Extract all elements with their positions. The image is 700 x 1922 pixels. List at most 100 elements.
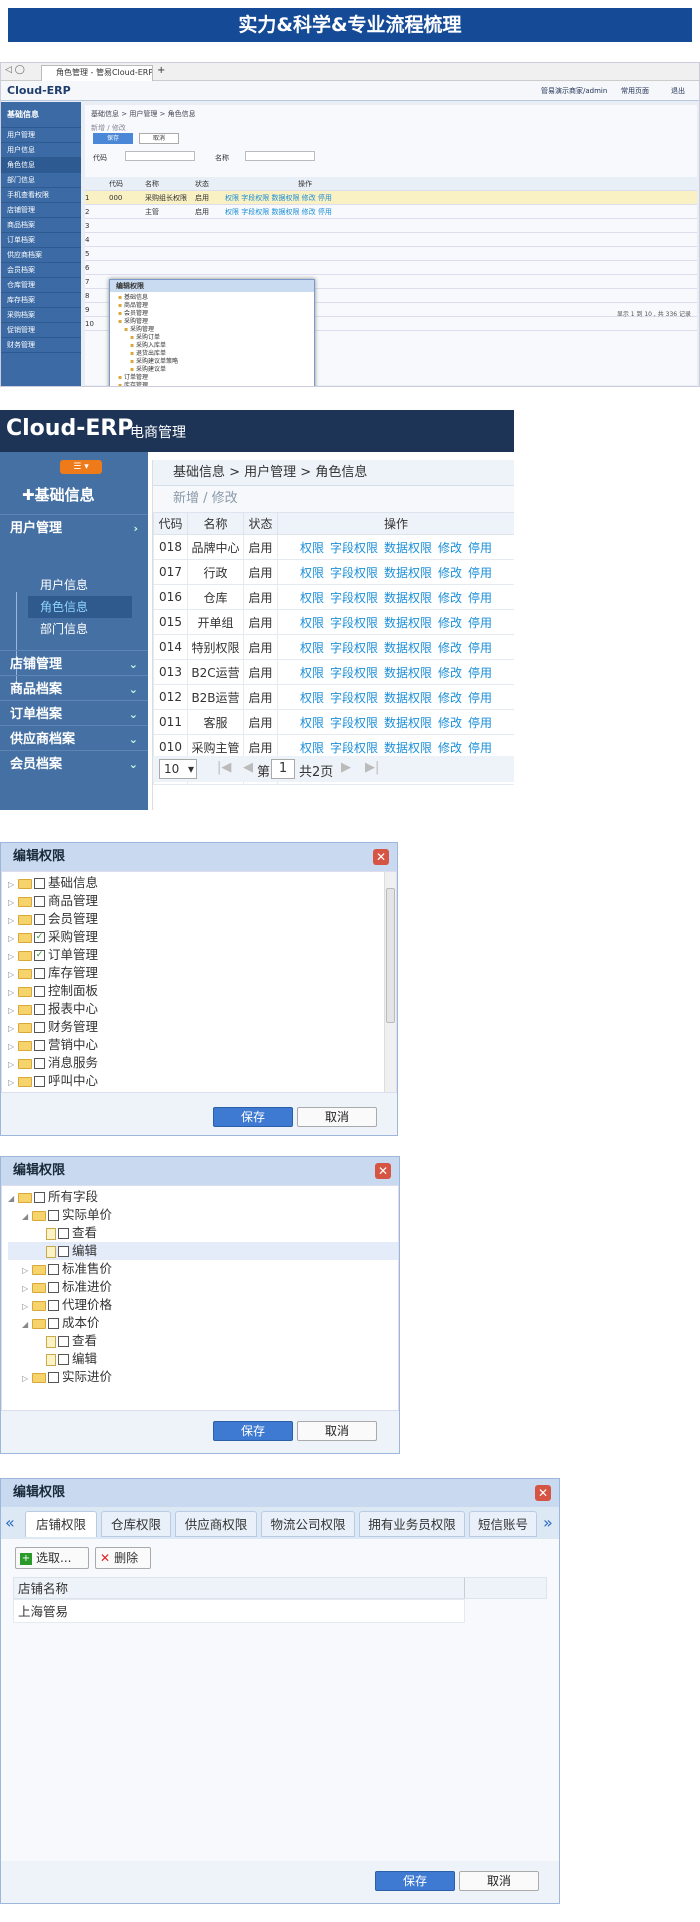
op-link[interactable]: 权限 <box>300 641 324 655</box>
tree-node[interactable]: ◢ 成本价 <box>8 1314 398 1332</box>
op-link[interactable]: 权限 <box>300 716 324 730</box>
tree-node[interactable]: ◢ 所有字段 <box>8 1188 398 1206</box>
op-link[interactable]: 字段权限 <box>330 666 378 680</box>
tree-node[interactable]: ▷ 标准售价 <box>8 1260 398 1278</box>
new-tab-icon[interactable]: + <box>157 65 165 76</box>
tree-node[interactable]: ▷ 报表中心 <box>8 1000 396 1018</box>
tree-node[interactable]: ▷ 素养中心 <box>8 1090 396 1092</box>
op-link[interactable]: 停用 <box>468 741 492 755</box>
tree-node[interactable]: ▪ 退货出库单 <box>118 350 306 358</box>
op-link[interactable]: 修改 <box>438 591 462 605</box>
checkbox[interactable] <box>48 1300 59 1311</box>
op-link[interactable]: 数据权限 <box>384 566 432 580</box>
op-link[interactable]: 数据权限 <box>384 616 432 630</box>
checkbox[interactable] <box>34 968 45 979</box>
browser-tab[interactable]: 角色管理 - 管易Cloud-ERP电子 <box>41 65 153 81</box>
sidebar-group-users[interactable]: 用户管理 › <box>0 514 148 542</box>
edit-link[interactable]: 修改 <box>112 124 126 132</box>
grid-row[interactable]: 5 <box>85 247 697 261</box>
op-link[interactable]: 修改 <box>438 716 462 730</box>
tree-node[interactable]: ▷ ✓ 订单管理 <box>8 946 396 964</box>
tree-node[interactable]: ▷ 呼叫中心 <box>8 1072 396 1090</box>
table-row[interactable]: 015 开单组 启用 权限 字段权限 数据权限 修改 停用 <box>153 609 514 635</box>
checkbox[interactable]: ✓ <box>34 950 45 961</box>
op-link[interactable]: 权限 <box>300 741 324 755</box>
tab-sms-account[interactable]: 短信账号 <box>469 1511 537 1537</box>
op-link[interactable]: 停用 <box>468 716 492 730</box>
table-row[interactable]: 013 B2C运营 启用 权限 字段权限 数据权限 修改 停用 <box>153 659 514 685</box>
tree-node[interactable]: ▪ 会员管理 <box>118 310 306 318</box>
tree-node[interactable]: ▪ 基础信息 <box>118 294 306 302</box>
op-link[interactable]: 权限 <box>300 591 324 605</box>
sidebar-item[interactable]: 会员档案 <box>1 263 81 278</box>
sidebar-item[interactable]: 订单档案 <box>1 233 81 248</box>
checkbox[interactable] <box>34 1004 45 1015</box>
op-link[interactable]: 停用 <box>468 641 492 655</box>
scroll-left-icon[interactable]: « <box>5 1513 15 1532</box>
close-icon[interactable]: ✕ <box>373 849 389 865</box>
tree-node[interactable]: ▪ 采购管理 <box>118 318 306 326</box>
tab-warehouse-permission[interactable]: 仓库权限 <box>101 1511 171 1537</box>
cancel-button[interactable]: 取消 <box>297 1421 377 1441</box>
tree-node[interactable]: ▷ 控制面板 <box>8 982 396 1000</box>
tab-shop-permission[interactable]: 店铺权限 <box>25 1511 97 1537</box>
toolbar-add-edit[interactable]: 新增 / 修改 <box>153 486 514 512</box>
table-row[interactable]: 018 品牌中心 启用 权限 字段权限 数据权限 修改 停用 <box>153 534 514 560</box>
prev-page-icon[interactable]: ◀ <box>243 760 253 775</box>
op-link[interactable]: 数据权限 <box>384 741 432 755</box>
sidebar-item[interactable]: 财务管理 <box>1 338 81 353</box>
logout-link[interactable]: 退出 <box>671 86 685 96</box>
nav-icons[interactable]: ◁ ◯ <box>5 65 25 75</box>
delete-button[interactable]: ✕ 删除 <box>95 1547 151 1569</box>
sidebar-group-suppliers[interactable]: 供应商档案 ⌄ <box>0 725 148 753</box>
op-link[interactable]: 字段权限 <box>330 566 378 580</box>
tree-node[interactable]: ◢ 实际单价 <box>8 1206 398 1224</box>
op-link[interactable]: 权限 <box>300 566 324 580</box>
op-link[interactable]: 权限 <box>300 691 324 705</box>
op-link[interactable]: 字段权限 <box>330 616 378 630</box>
tree-node[interactable]: ▷ 消息服务 <box>8 1054 396 1072</box>
checkbox[interactable] <box>34 1040 45 1051</box>
op-link[interactable]: 修改 <box>438 541 462 555</box>
sidebar-item[interactable]: 促销管理 <box>1 323 81 338</box>
scroll-right-icon[interactable]: » <box>543 1513 553 1532</box>
checkbox[interactable] <box>34 986 45 997</box>
table-row[interactable]: 017 行政 启用 权限 字段权限 数据权限 修改 停用 <box>153 559 514 585</box>
save-button[interactable]: 保存 <box>93 133 133 144</box>
op-link[interactable]: 字段权限 <box>330 591 378 605</box>
op-link[interactable]: 停用 <box>468 666 492 680</box>
checkbox[interactable] <box>34 1058 45 1069</box>
table-row[interactable]: 012 B2B运营 启用 权限 字段权限 数据权限 修改 停用 <box>153 684 514 710</box>
user-info[interactable]: 管易演示商家/admin <box>541 86 607 96</box>
row-ops[interactable]: 权限 字段权限 数据权限 修改 停用 <box>225 191 385 204</box>
sidebar-item[interactable]: 采购档案 <box>1 308 81 323</box>
checkbox[interactable] <box>34 1076 45 1087</box>
tree-node[interactable]: 查看 <box>8 1224 398 1242</box>
tree-node[interactable]: ▷ 基础信息 <box>8 874 396 892</box>
op-link[interactable]: 修改 <box>438 741 462 755</box>
last-page-icon[interactable]: ▶| <box>365 760 379 775</box>
op-link[interactable]: 字段权限 <box>330 641 378 655</box>
sidebar-item[interactable]: 库存档案 <box>1 293 81 308</box>
cancel-button[interactable]: 取消 <box>459 1871 539 1891</box>
checkbox[interactable] <box>34 914 45 925</box>
op-link[interactable]: 字段权限 <box>330 691 378 705</box>
tree-node[interactable]: ▪ 采购建议单 <box>118 366 306 374</box>
op-link[interactable]: 权限 <box>300 666 324 680</box>
tree-node[interactable]: ▷ 财务管理 <box>8 1018 396 1036</box>
sidebar-item-dept-info[interactable]: 部门信息 <box>40 618 88 640</box>
sidebar-item[interactable]: 手机查看权限 <box>1 188 81 203</box>
common-pages-link[interactable]: 常用页面 <box>621 86 649 96</box>
save-button[interactable]: 保存 <box>375 1871 455 1891</box>
tree-node[interactable]: ▷ 会员管理 <box>8 910 396 928</box>
tree-node[interactable]: ▷ 库存管理 <box>8 964 396 982</box>
op-link[interactable]: 数据权限 <box>384 591 432 605</box>
checkbox[interactable] <box>48 1372 59 1383</box>
select-button[interactable]: + 选取... <box>15 1547 89 1569</box>
op-link[interactable]: 停用 <box>468 591 492 605</box>
save-button[interactable]: 保存 <box>213 1107 293 1127</box>
op-link[interactable]: 停用 <box>468 566 492 580</box>
page-number-input[interactable]: 1 <box>271 759 295 779</box>
code-input[interactable] <box>125 151 195 161</box>
op-link[interactable]: 数据权限 <box>384 716 432 730</box>
